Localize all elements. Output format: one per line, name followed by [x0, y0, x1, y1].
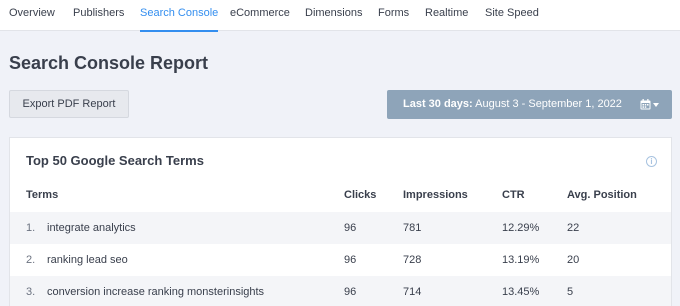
tab-overview[interactable]: Overview [9, 0, 55, 31]
impressions-value: 728 [403, 254, 422, 266]
position-value: 5 [567, 286, 574, 298]
clicks-value: 96 [344, 222, 357, 234]
tab-search-console[interactable]: Search Console [140, 0, 219, 32]
column-header-clicks: Clicks [344, 189, 377, 201]
row-number: 3. [26, 286, 36, 298]
tab-forms[interactable]: Forms [378, 0, 409, 31]
tab-ecommerce[interactable]: eCommerce [230, 0, 290, 31]
clicks-value: 96 [344, 254, 357, 266]
table-row: 1. integrate analytics 96 781 12.29% 22 [10, 212, 671, 244]
table-row: 3. conversion increase ranking monsterin… [10, 276, 671, 306]
ctr-value: 12.29% [502, 222, 540, 234]
date-range-value: August 3 - September 1, 2022 [475, 98, 622, 110]
ctr-value: 13.19% [502, 254, 540, 266]
column-header-impressions: Impressions [403, 189, 468, 201]
search-term: conversion increase ranking monsterinsig… [47, 286, 265, 298]
clicks-value: 96 [344, 286, 357, 298]
tab-realtime[interactable]: Realtime [425, 0, 468, 31]
chevron-down-icon [653, 102, 659, 107]
report-tab-bar: Overview Publishers Search Console eComm… [0, 0, 680, 32]
search-term: ranking lead seo [47, 254, 128, 266]
tab-site-speed[interactable]: Site Speed [485, 0, 539, 31]
calendar-dropdown[interactable] [640, 90, 659, 119]
tab-dimensions[interactable]: Dimensions [305, 0, 362, 31]
export-pdf-button[interactable]: Export PDF Report [9, 90, 129, 118]
info-icon[interactable]: i [646, 156, 657, 167]
row-number: 2. [26, 254, 36, 266]
position-value: 20 [567, 254, 580, 266]
search-term: integrate analytics [47, 222, 136, 234]
impressions-value: 781 [403, 222, 422, 234]
calendar-icon [640, 99, 651, 110]
column-header-avg-position: Avg. Position [567, 189, 637, 201]
page-title: Search Console Report [9, 53, 209, 73]
tab-publishers[interactable]: Publishers [73, 0, 124, 31]
impressions-value: 714 [403, 286, 422, 298]
table-row: 2. ranking lead seo 96 728 13.19% 20 [10, 244, 671, 276]
ctr-value: 13.45% [502, 286, 540, 298]
date-range-button[interactable]: Last 30 days: August 3 - September 1, 20… [387, 90, 672, 119]
card-title: Top 50 Google Search Terms [26, 153, 204, 168]
date-range-prefix: Last 30 days: [403, 98, 473, 110]
column-header-ctr: CTR [502, 189, 525, 201]
column-header-terms: Terms [26, 189, 59, 201]
search-terms-card: Top 50 Google Search Terms i Terms Click… [9, 137, 672, 306]
row-number: 1. [26, 222, 36, 234]
position-value: 22 [567, 222, 580, 234]
